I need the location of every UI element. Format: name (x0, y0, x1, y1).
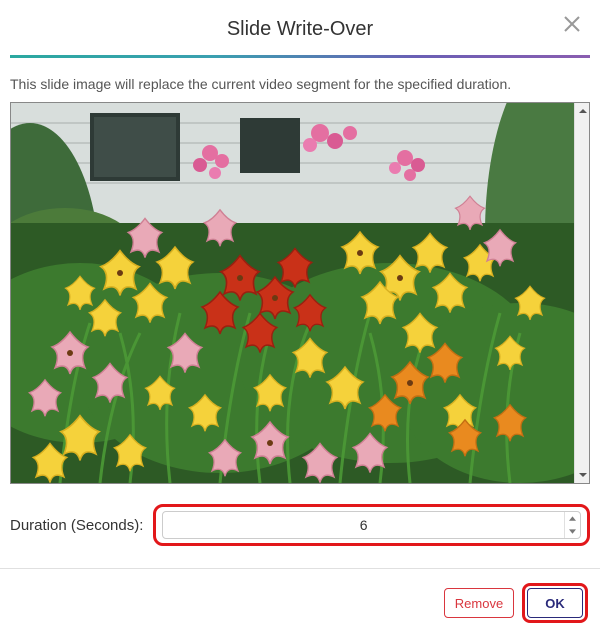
ok-highlight: OK (522, 583, 588, 623)
chevron-up-icon (569, 516, 576, 521)
image-scrollbar[interactable] (574, 103, 589, 483)
ok-button[interactable]: OK (527, 588, 583, 618)
chevron-down-icon (579, 471, 587, 479)
scroll-up-button[interactable] (575, 103, 590, 119)
chevron-up-icon (579, 107, 587, 115)
close-icon (563, 15, 581, 33)
dialog-title: Slide Write-Over (0, 18, 600, 41)
close-button[interactable] (560, 12, 584, 36)
duration-value[interactable]: 6 (163, 517, 564, 533)
gradient-divider (10, 55, 590, 58)
chevron-down-icon (569, 529, 576, 534)
duration-stepper[interactable]: 6 (162, 511, 581, 539)
duration-decrement-button[interactable] (565, 525, 580, 538)
duration-label: Duration (Seconds): (10, 517, 143, 534)
slide-image-frame (10, 102, 590, 484)
duration-increment-button[interactable] (565, 512, 580, 525)
remove-button[interactable]: Remove (444, 588, 514, 618)
scroll-down-button[interactable] (575, 467, 590, 483)
duration-highlight: 6 (153, 504, 590, 546)
slide-image (11, 103, 574, 483)
dialog-footer: Remove OK (0, 569, 600, 623)
dialog-description: This slide image will replace the curren… (0, 76, 600, 102)
